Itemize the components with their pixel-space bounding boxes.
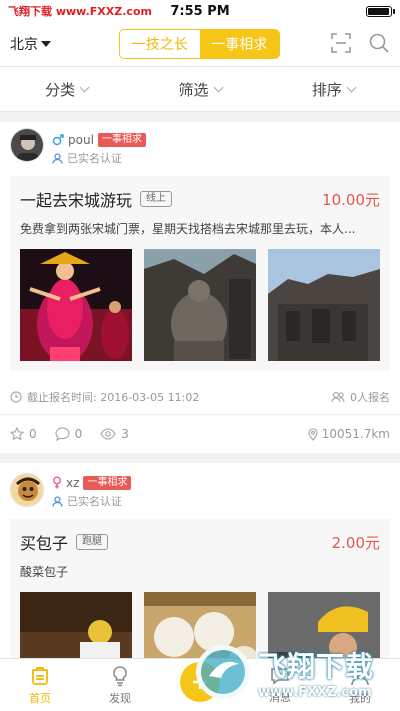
tab-home[interactable]: 首页 <box>0 659 80 711</box>
tab-label: 发现 <box>109 691 131 705</box>
lightbulb-icon <box>113 665 127 686</box>
post-description: 酸菜包子 <box>20 565 69 579</box>
verified-user-icon <box>52 495 63 507</box>
tab-skill[interactable]: 一技之长 <box>120 30 200 58</box>
post-photo[interactable] <box>268 249 380 361</box>
post-description: 免费拿到两张宋城门票，星期天找搭档去宋城那里去玩，本人... <box>20 222 356 236</box>
battery-fill <box>368 7 389 15</box>
search-icon[interactable] <box>368 32 390 54</box>
filter-label: 筛选 <box>178 80 209 99</box>
people-icon <box>331 391 345 402</box>
verified-label: 已实名认证 <box>67 495 122 508</box>
filter-bar: 分类 筛选 排序 <box>0 66 400 112</box>
battery-icon <box>366 5 395 17</box>
post-meta: 截止报名时间: 2016-03-05 11:02 0人报名 <box>0 379 400 415</box>
watermark-main: 飞翔下载 <box>258 649 375 683</box>
watermark-logo-icon <box>196 645 250 699</box>
like-count: 0 <box>29 427 37 441</box>
city-label: 北京 <box>10 37 38 53</box>
status-time: 7:55 PM <box>170 3 230 19</box>
distance-value: 10051.7km <box>321 427 390 441</box>
city-selector[interactable]: 北京 <box>10 34 51 54</box>
chevron-down-icon <box>79 82 90 92</box>
post-price: 2.00元 <box>331 533 380 552</box>
filter-sort[interactable]: 排序 <box>267 67 400 111</box>
deadline-text: 截止报名时间: 2016-03-05 11:02 <box>27 390 200 404</box>
male-icon <box>52 133 64 145</box>
avatar[interactable] <box>10 473 44 507</box>
post-price: 10.00元 <box>322 190 380 209</box>
filter-category[interactable]: 分类 <box>0 67 133 111</box>
post-tag-badge: 一事相求 <box>97 132 146 147</box>
scan-icon[interactable] <box>330 32 352 54</box>
app-screen: 飞翔下载 www.FXXZ.com 7:55 PM 北京 一技之长 一事相求 分… <box>0 0 400 711</box>
distance: 10051.7km <box>308 427 390 441</box>
filter-label: 排序 <box>311 80 342 99</box>
post-author: poul 一事相求 已实名认证 <box>0 122 400 168</box>
post-card[interactable]: xz 一事相求 已实名认证 买包子 跑腿 2.00元 酸菜包子 <box>0 463 400 658</box>
avatar[interactable] <box>10 128 44 162</box>
eye-icon <box>100 428 116 440</box>
comment-stat[interactable]: 0 <box>55 427 83 441</box>
tab-discover[interactable]: 发现 <box>80 659 160 711</box>
location-pin-icon <box>308 427 318 441</box>
post-card[interactable]: poul 一事相求 已实名认证 一起去宋城游玩 线上 10.00元 免费拿到两张… <box>0 122 400 453</box>
view-count: 3 <box>121 427 129 441</box>
filter-screen[interactable]: 筛选 <box>133 67 266 111</box>
post-photo[interactable] <box>144 249 256 361</box>
post-photo[interactable] <box>20 592 132 658</box>
post-title: 一起去宋城游玩 <box>20 191 133 210</box>
clock-icon <box>10 390 22 403</box>
verified-label: 已实名认证 <box>67 152 122 165</box>
post-feed[interactable]: poul 一事相求 已实名认证 一起去宋城游玩 线上 10.00元 免费拿到两张… <box>0 112 400 658</box>
star-icon <box>10 427 24 441</box>
verified-user-icon <box>52 152 63 164</box>
chevron-down-icon <box>346 82 357 92</box>
filter-label: 分类 <box>45 80 76 99</box>
post-title: 买包子 <box>20 534 69 553</box>
top-nav: 北京 一技之长 一事相求 <box>0 22 400 66</box>
mode-switch: 一技之长 一事相求 <box>119 29 280 59</box>
username[interactable]: poul <box>68 133 94 147</box>
status-bar: 飞翔下载 www.FXXZ.com 7:55 PM <box>0 0 400 22</box>
username[interactable]: xz <box>66 476 79 490</box>
post-type-tag: 跑腿 <box>76 534 109 550</box>
like-stat[interactable]: 0 <box>10 427 37 441</box>
post-tag-badge: 一事相求 <box>83 475 132 490</box>
post-photo[interactable] <box>20 249 132 361</box>
tab-request[interactable]: 一事相求 <box>199 30 279 58</box>
female-icon <box>52 476 62 489</box>
home-icon <box>32 666 48 685</box>
caret-down-icon <box>41 41 51 47</box>
chevron-down-icon <box>213 82 223 92</box>
post-type-tag: 线上 <box>140 191 173 207</box>
tab-label: 首页 <box>29 691 51 705</box>
watermark-overlay: 飞翔下载 www.FXXZ.com <box>196 637 396 707</box>
post-photos <box>20 249 380 361</box>
comment-icon <box>55 427 70 441</box>
watermark-sub: www.FXXZ.com <box>258 684 372 700</box>
post-body[interactable]: 一起去宋城游玩 线上 10.00元 免费拿到两张宋城门票，星期天找搭档去宋城那里… <box>10 176 390 371</box>
post-stats: 0 0 3 10051.7km <box>0 415 400 453</box>
view-stat: 3 <box>100 427 129 441</box>
signup-count: 0人报名 <box>350 390 390 404</box>
comment-count: 0 <box>74 427 83 441</box>
post-author: xz 一事相求 已实名认证 <box>0 463 400 515</box>
